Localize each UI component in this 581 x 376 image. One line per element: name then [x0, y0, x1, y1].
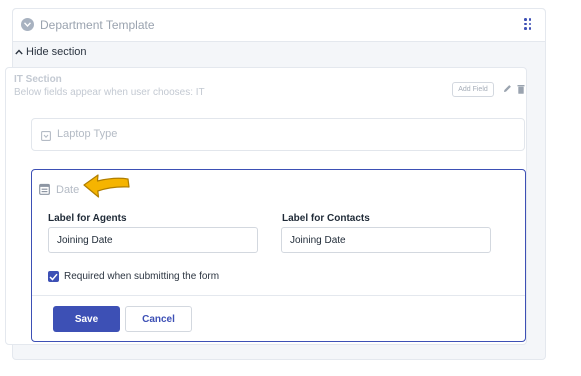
- contacts-label-input[interactable]: [281, 227, 491, 253]
- date-field-label: Date: [56, 184, 80, 196]
- drag-handle-icon[interactable]: [524, 18, 532, 32]
- contacts-label: Label for Contacts: [282, 213, 370, 224]
- section-description: Below fields appear when user chooses: I…: [14, 87, 205, 98]
- pointing-arrow-icon: [83, 174, 130, 198]
- add-field-button[interactable]: Add Field: [452, 82, 494, 97]
- chevron-circle-icon[interactable]: [21, 18, 34, 31]
- trash-icon[interactable]: [517, 84, 525, 94]
- required-checkbox[interactable]: [48, 271, 59, 282]
- required-label: Required when submitting the form: [64, 271, 220, 282]
- laptop-type-field[interactable]: Laptop Type: [31, 118, 525, 151]
- calendar-icon: [39, 183, 50, 195]
- template-title: Department Template: [40, 18, 155, 32]
- agents-label: Label for Agents: [48, 213, 127, 224]
- agents-label-input[interactable]: [48, 227, 258, 253]
- chevron-up-icon: [15, 49, 23, 55]
- actions-divider: [32, 295, 525, 296]
- cancel-button[interactable]: Cancel: [125, 306, 192, 332]
- save-button[interactable]: Save: [53, 306, 120, 332]
- hide-section-toggle[interactable]: Hide section: [15, 46, 87, 58]
- pencil-icon[interactable]: [503, 84, 512, 93]
- dropdown-field-icon: [41, 131, 51, 141]
- hide-section-label: Hide section: [26, 46, 87, 58]
- template-header[interactable]: Department Template: [13, 9, 545, 42]
- section-title: IT Section: [14, 74, 62, 85]
- laptop-type-label: Laptop Type: [57, 128, 118, 140]
